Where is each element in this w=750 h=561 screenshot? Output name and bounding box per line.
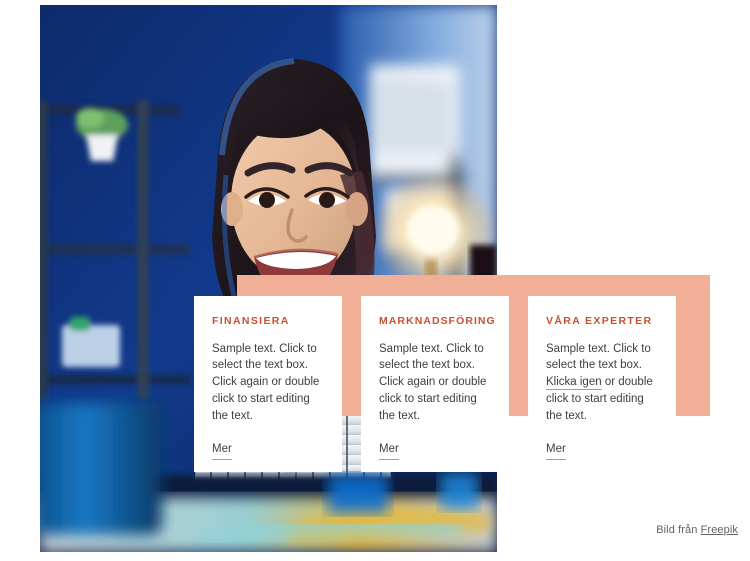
page-root: FINANSIERA Sample text. Click to select …: [0, 0, 750, 561]
card-body: Sample text. Click to select the text bo…: [212, 341, 324, 425]
card-body-text: Sample text. Click to select the text bo…: [379, 342, 487, 422]
card-title: MARKNADSFÖRING: [379, 315, 496, 327]
card-body-text: Sample text. Click to select the text bo…: [212, 342, 320, 422]
card-body: Sample text. Click to select the text bo…: [546, 341, 658, 425]
card-body-text-before: Sample text. Click to select the text bo…: [546, 342, 651, 372]
feature-card-marknadsforing[interactable]: MARKNADSFÖRING Sample text. Click to sel…: [361, 296, 509, 472]
more-link[interactable]: Mer: [546, 442, 566, 460]
freepik-link[interactable]: Freepik: [701, 524, 738, 536]
more-link[interactable]: Mer: [379, 442, 399, 460]
image-credit: Bild från Freepik: [656, 524, 738, 536]
card-title: FINANSIERA: [212, 315, 290, 327]
feature-card-finansiera[interactable]: FINANSIERA Sample text. Click to select …: [194, 296, 342, 472]
inline-link-klicka-igen[interactable]: Klicka igen: [546, 376, 602, 391]
card-body: Sample text. Click to select the text bo…: [379, 341, 491, 425]
card-title: VÅRA EXPERTER: [546, 315, 653, 327]
image-credit-prefix: Bild från: [656, 524, 701, 536]
feature-card-vara-experter[interactable]: VÅRA EXPERTER Sample text. Click to sele…: [528, 296, 676, 460]
more-link[interactable]: Mer: [212, 442, 232, 460]
